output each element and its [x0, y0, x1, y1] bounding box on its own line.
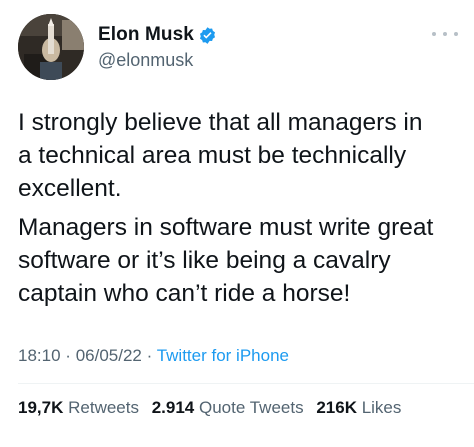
tweet-source-link[interactable]: Twitter for iPhone: [157, 346, 289, 365]
avatar-image: [18, 14, 84, 80]
author-display-name[interactable]: Elon Musk: [98, 24, 194, 46]
likes-label: Likes: [361, 398, 402, 417]
tweet-card: Elon Musk @elonmusk I strongly believe t…: [0, 0, 474, 447]
likes-count: 216K: [316, 398, 357, 417]
meta-separator: ·: [146, 346, 153, 365]
tweet-date[interactable]: 06/05/22: [76, 346, 142, 365]
tweet-time[interactable]: 18:10: [18, 346, 61, 365]
retweets-label: Retweets: [68, 398, 139, 417]
verified-badge-icon: [199, 26, 215, 44]
more-dot: [443, 32, 447, 36]
quote-tweets-count: 2.914: [151, 398, 195, 417]
tweet-paragraph: Managers in software must write great so…: [18, 211, 464, 310]
divider: [18, 383, 474, 384]
tweet-text-line: captain who can’t ride a horse!: [18, 280, 351, 307]
retweets-stat[interactable]: 19,7K Retweets: [18, 398, 139, 417]
tweet-text-line: software or it’s like being a cavalry: [18, 247, 391, 274]
tweet-text-line: excellent.: [18, 175, 122, 202]
quote-tweets-stat[interactable]: 2.914 Quote Tweets: [152, 398, 304, 417]
quote-tweets-label: Quote Tweets: [199, 398, 304, 417]
avatar[interactable]: [18, 14, 84, 80]
likes-stat[interactable]: 216K Likes: [316, 398, 401, 417]
more-dot: [454, 32, 458, 36]
tweet-text-line: I strongly believe that all managers in: [18, 109, 423, 136]
retweets-count: 19,7K: [18, 398, 64, 417]
more-dot: [432, 32, 436, 36]
tweet-text-line: Managers in software must write great: [18, 214, 434, 241]
more-options-icon[interactable]: [432, 26, 458, 42]
author-name-row[interactable]: Elon Musk: [98, 24, 217, 46]
meta-separator: ·: [65, 346, 71, 365]
engagement-stats: 19,7K Retweets 2.914 Quote Tweets 216K L…: [18, 398, 401, 418]
tweet-text-line: a technical area must be technically: [18, 142, 407, 169]
tweet-paragraph: I strongly believe that all managers in …: [18, 106, 464, 205]
author-handle[interactable]: @elonmusk: [98, 50, 193, 71]
tweet-meta: 18:10 · 06/05/22 · Twitter for iPhone: [18, 346, 289, 366]
